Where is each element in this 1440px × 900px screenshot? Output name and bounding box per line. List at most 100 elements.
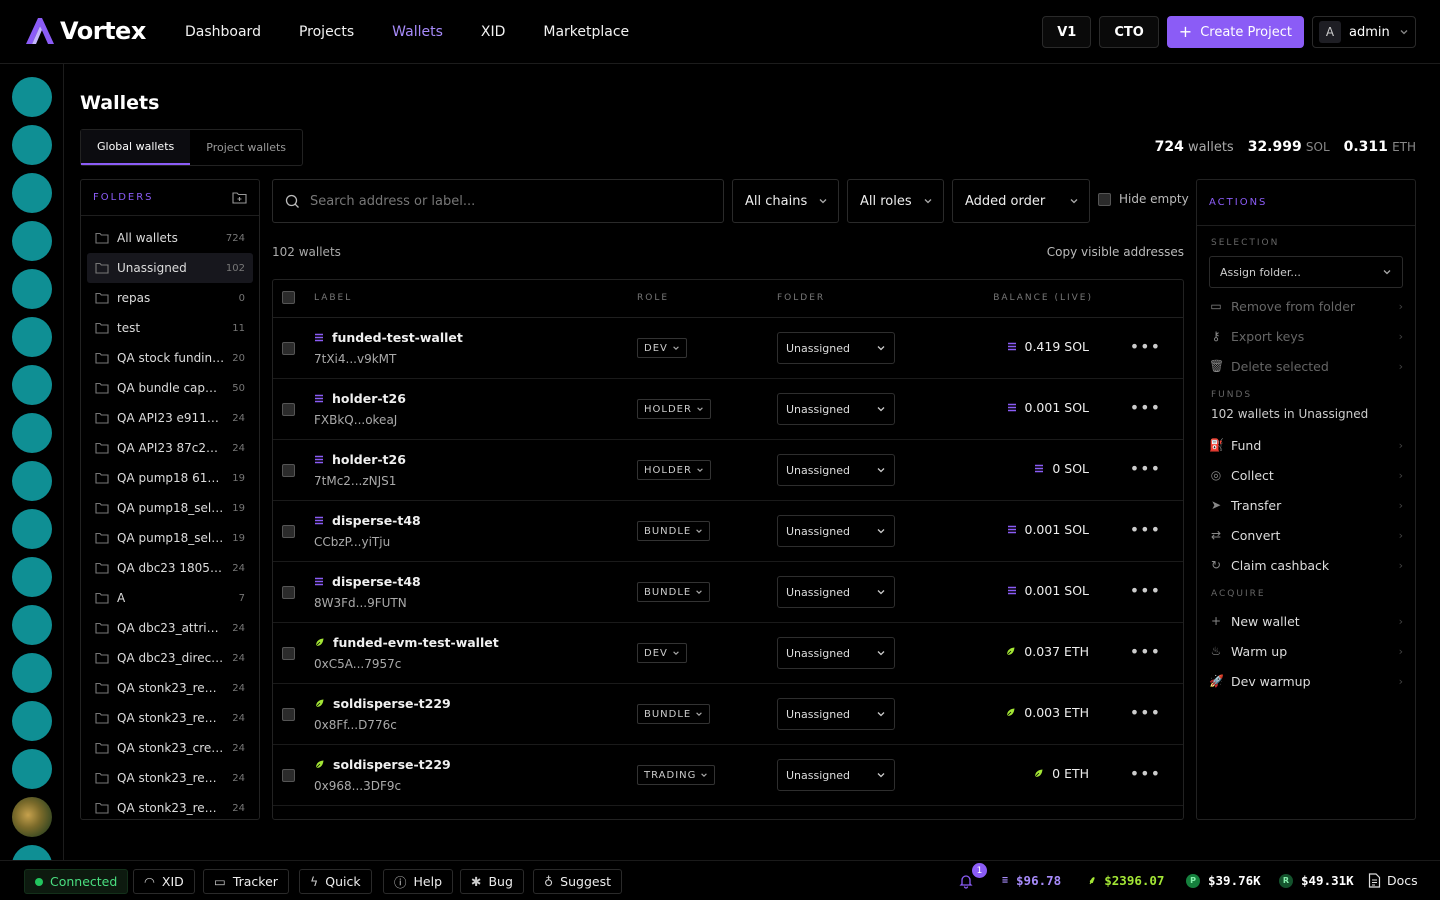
- folder-item[interactable]: QA API23 87c21e... 24: [87, 433, 253, 463]
- folder-item[interactable]: A7: [87, 583, 253, 613]
- role-filter-select[interactable]: All roles: [847, 179, 944, 223]
- help-button[interactable]: ⓘ Help: [383, 869, 454, 894]
- folder-select[interactable]: Unassigned: [777, 759, 895, 791]
- wallet-label[interactable]: funded-evm-test-wallet: [333, 635, 499, 650]
- transfer-button[interactable]: ➤ Transfer ›: [1209, 492, 1403, 518]
- table-row[interactable]: soldisperse-t229 0x8Ff...D776c BUNDLE Unass…: [273, 684, 1183, 745]
- wallet-label[interactable]: soldisperse-t229: [333, 696, 451, 711]
- folder-item[interactable]: QA pump18 61d9f... 19: [87, 463, 253, 493]
- row-checkbox[interactable]: [282, 586, 295, 599]
- role-select[interactable]: BUNDLE: [637, 521, 711, 541]
- row-checkbox[interactable]: [282, 769, 295, 782]
- hide-empty-checkbox[interactable]: [1098, 192, 1111, 206]
- folder-item[interactable]: QA stonk23_rewa... 24: [87, 703, 253, 733]
- wallet-label[interactable]: holder-t26: [332, 452, 406, 467]
- project-avatar[interactable]: [12, 701, 52, 741]
- project-avatar-image[interactable]: [12, 797, 52, 837]
- wallet-address[interactable]: 0xC5A...7957c: [314, 657, 401, 671]
- table-row[interactable]: funded-evm-test-wallet 0xC5A...7957c DEV Un…: [273, 623, 1183, 684]
- role-select[interactable]: HOLDER: [637, 399, 711, 419]
- row-checkbox[interactable]: [282, 525, 295, 538]
- docs-link[interactable]: Docs: [1368, 873, 1418, 888]
- project-avatar[interactable]: [12, 749, 52, 789]
- copy-addresses-link[interactable]: Copy visible addresses: [1047, 245, 1184, 259]
- folder-item[interactable]: QA dbc23_direct ... 24: [87, 643, 253, 673]
- project-avatar[interactable]: [12, 605, 52, 645]
- folder-item[interactable]: QA pump18_selec... 19: [87, 523, 253, 553]
- wallet-address[interactable]: 0x8Ff...D776c: [314, 718, 397, 732]
- select-all-checkbox[interactable]: [282, 291, 295, 304]
- role-select[interactable]: TRADING: [637, 765, 716, 785]
- wallet-label[interactable]: soldisperse-t229: [333, 757, 451, 772]
- order-select[interactable]: Added order: [952, 179, 1090, 223]
- quick-button[interactable]: ϟ Quick: [299, 869, 372, 894]
- wallet-label[interactable]: disperse-t48: [332, 574, 421, 589]
- new-wallet-button[interactable]: + New wallet ›: [1209, 608, 1403, 634]
- folder-select[interactable]: Unassigned: [777, 393, 895, 425]
- folder-item[interactable]: QA stonk23_rewa... 24: [87, 673, 253, 703]
- wallet-address[interactable]: CCbzP...yiTju: [314, 535, 390, 549]
- project-avatar[interactable]: [12, 269, 52, 309]
- table-row[interactable]: funded-test-wallet 7tXi4...v9kMT DEV Unassi…: [273, 318, 1183, 379]
- project-avatar[interactable]: [12, 509, 52, 549]
- assign-folder-select[interactable]: Assign folder...: [1209, 256, 1403, 288]
- folder-item[interactable]: Unassigned 102: [87, 253, 253, 283]
- role-select[interactable]: DEV: [637, 338, 687, 358]
- wallet-address[interactable]: 7tMc2...zNJS1: [314, 474, 396, 488]
- bug-button[interactable]: ✱ Bug: [460, 869, 524, 894]
- folder-select[interactable]: Unassigned: [777, 576, 895, 608]
- role-select[interactable]: BUNDLE: [637, 582, 711, 602]
- folder-item[interactable]: QA bundle capaci... 50: [87, 373, 253, 403]
- more-options-icon[interactable]: •••: [1130, 642, 1161, 661]
- more-options-icon[interactable]: •••: [1130, 398, 1161, 417]
- table-row[interactable]: soldisperse-t229 0x968...3DF9c TRADING Unas…: [273, 745, 1183, 806]
- more-options-icon[interactable]: •••: [1130, 520, 1161, 539]
- table-row[interactable]: holder-t26 7tMc2...zNJS1 HOLDER Unassigned 0…: [273, 440, 1183, 501]
- wallet-address[interactable]: 7tXi4...v9kMT: [314, 352, 396, 366]
- suggest-button[interactable]: ♁ Suggest: [533, 869, 622, 894]
- new-folder-icon[interactable]: [232, 191, 247, 204]
- nav-wallets[interactable]: Wallets: [392, 24, 443, 40]
- wallet-label[interactable]: funded-test-wallet: [332, 330, 463, 345]
- chain-filter-select[interactable]: All chains: [732, 179, 839, 223]
- folder-item[interactable]: QA pump18_selec... 19: [87, 493, 253, 523]
- project-avatar[interactable]: [12, 461, 52, 501]
- user-menu-button[interactable]: A admin: [1312, 16, 1416, 48]
- xid-button[interactable]: ◠ XID: [133, 869, 195, 894]
- nav-xid[interactable]: XID: [481, 24, 506, 40]
- more-options-icon[interactable]: •••: [1130, 581, 1161, 600]
- nav-dashboard[interactable]: Dashboard: [185, 24, 261, 40]
- nav-marketplace[interactable]: Marketplace: [543, 24, 629, 40]
- cto-button[interactable]: CTO: [1099, 16, 1159, 48]
- wallet-address[interactable]: FXBkQ...okeaJ: [314, 413, 397, 427]
- folder-item[interactable]: QA stonk23_rewa... 24: [87, 763, 253, 793]
- tracker-button[interactable]: ▭ Tracker: [203, 869, 289, 894]
- wallet-address[interactable]: 8W3Fd...9FUTN: [314, 596, 407, 610]
- folder-item[interactable]: QA dbc23 1805a9... 24: [87, 553, 253, 583]
- folder-select[interactable]: Unassigned: [777, 698, 895, 730]
- delete-selected-button[interactable]: 🗑 Delete selected ›: [1209, 353, 1403, 379]
- project-avatar[interactable]: [12, 173, 52, 213]
- wallet-label[interactable]: holder-t26: [332, 391, 406, 406]
- folder-item[interactable]: QA stock funding ... 20: [87, 343, 253, 373]
- folder-select[interactable]: Unassigned: [777, 515, 895, 547]
- folder-item[interactable]: All wallets 724: [87, 223, 253, 253]
- warm-up-button[interactable]: ♨ Warm up ›: [1209, 638, 1403, 664]
- nav-projects[interactable]: Projects: [299, 24, 354, 40]
- v1-button[interactable]: V1: [1042, 16, 1092, 48]
- table-row[interactable]: disperse-t48 8W3Fd...9FUTN BUNDLE Unassigne…: [273, 562, 1183, 623]
- fund-button[interactable]: ⛽ Fund ›: [1209, 432, 1403, 458]
- remove-from-folder-button[interactable]: ▭ Remove from folder ›: [1209, 293, 1403, 319]
- row-checkbox[interactable]: [282, 342, 295, 355]
- claim-cashback-button[interactable]: ↻ Claim cashback ›: [1209, 552, 1403, 578]
- role-select[interactable]: BUNDLE: [637, 704, 711, 724]
- wallet-address[interactable]: 0x968...3DF9c: [314, 779, 401, 793]
- folder-item[interactable]: QA API23 e9118328 24: [87, 403, 253, 433]
- role-select[interactable]: HOLDER: [637, 460, 711, 480]
- folder-item[interactable]: QA stonk23_crea... 24: [87, 733, 253, 763]
- project-avatar[interactable]: [12, 845, 52, 860]
- folder-item[interactable]: QA stonk23_rewa... 24: [87, 793, 253, 819]
- row-checkbox[interactable]: [282, 647, 295, 660]
- folder-select[interactable]: Unassigned: [777, 637, 895, 669]
- logo[interactable]: Vortex: [24, 16, 146, 46]
